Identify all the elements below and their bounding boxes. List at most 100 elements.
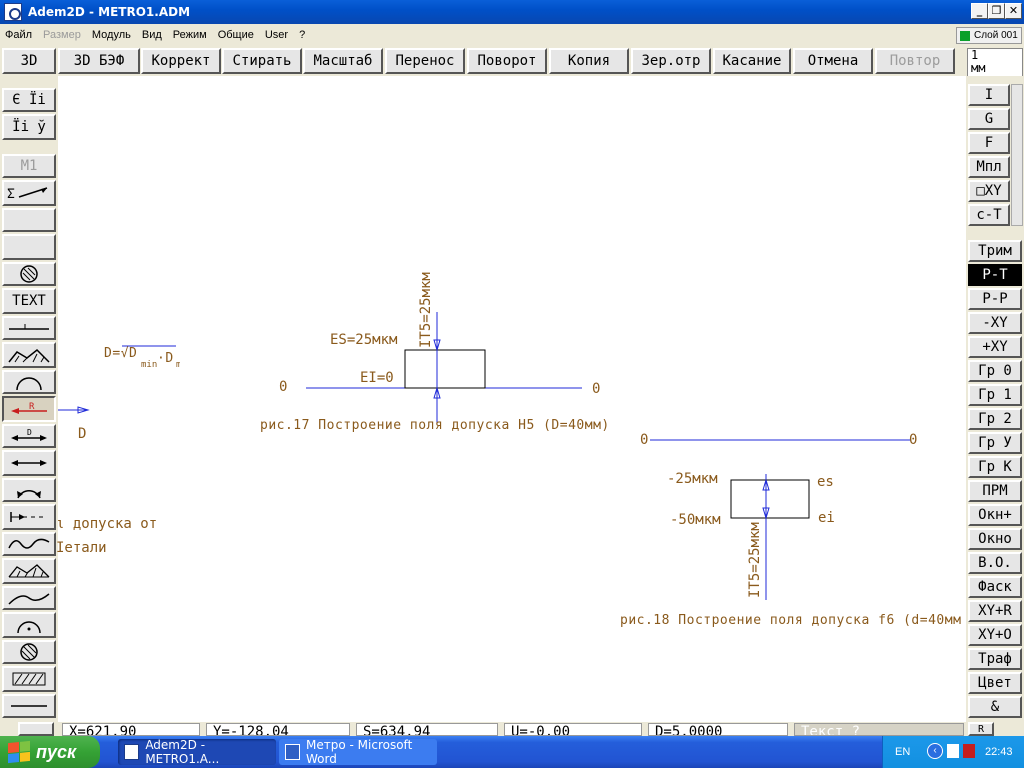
menu-mode[interactable]: Режим (168, 29, 213, 41)
circle-cross-icon[interactable] (2, 640, 56, 664)
tray-app-icon[interactable] (947, 744, 959, 758)
right-tool-vo[interactable]: В.О. (968, 552, 1022, 574)
circle-hatch-icon[interactable] (2, 262, 56, 286)
menu-user[interactable]: User (260, 29, 294, 41)
title-bar[interactable]: Adem2D - METRO1.ADM _ ❐ ✕ (0, 0, 1024, 24)
right-tool-xy-o[interactable]: XY+O (968, 624, 1022, 646)
fig17-es-label: ES=25мкм (330, 332, 398, 348)
tool-copy-button[interactable]: Копия (549, 48, 629, 74)
right-tool-p-t[interactable]: P-T (968, 264, 1022, 286)
chain-dimension-icon[interactable] (2, 504, 56, 530)
taskbar-item-adem[interactable]: Adem2D - METRO1.A... (118, 738, 276, 766)
right-tool-f[interactable]: F (968, 132, 1010, 154)
start-button[interactable]: пуск (0, 736, 100, 768)
tool-rotate-button[interactable]: Поворот (467, 48, 547, 74)
radius-dimension-icon[interactable]: R (2, 396, 56, 422)
rough-hatch-icon[interactable] (2, 558, 56, 584)
tool-correct-button[interactable]: Коррект (141, 48, 221, 74)
close-button[interactable]: ✕ (1005, 3, 1022, 19)
center-arc-icon[interactable] (2, 612, 56, 638)
curve-tool-icon[interactable] (2, 586, 56, 610)
horizontal-line-icon[interactable] (2, 694, 56, 718)
taskbar-item-word[interactable]: Метро - Microsoft Word (279, 738, 437, 766)
menu-module[interactable]: Модуль (87, 29, 137, 41)
right-tool-i[interactable]: I (968, 84, 1010, 106)
left-tool-m1[interactable]: M1 (2, 154, 56, 178)
tool-mirror-button[interactable]: Зер.отр (631, 48, 711, 74)
menu-size[interactable]: Размер (38, 29, 87, 41)
right-tool-window[interactable]: Окно (968, 528, 1022, 550)
surface-hatch-icon[interactable] (2, 342, 56, 368)
right-tool-c-t[interactable]: c-T (968, 204, 1010, 226)
menu-general[interactable]: Общие (213, 29, 260, 41)
left-tool-empty-1[interactable] (2, 208, 56, 232)
fig17-zero-left: 0 (279, 379, 288, 395)
right-tool-g[interactable]: G (968, 108, 1010, 130)
right-tool-p-p[interactable]: P-P (968, 288, 1022, 310)
dimension-arrow-icon[interactable]: Σ (2, 180, 56, 206)
right-tool-plus-xy[interactable]: +XY (968, 336, 1022, 358)
diameter-dimension-icon[interactable]: D (2, 424, 56, 448)
right-tool-mpl[interactable]: Мпл (968, 156, 1010, 178)
tool-3d-bef-button[interactable]: 3D БЭФ (58, 48, 140, 74)
linear-dimension-icon[interactable] (2, 450, 56, 476)
clock[interactable]: 22:43 (985, 746, 1013, 758)
right-palette-scrollbar[interactable] (1011, 84, 1023, 226)
tool-tangent-button[interactable]: Касание (713, 48, 791, 74)
minimize-button[interactable]: _ (971, 3, 988, 19)
left-text-line-1: ι допуска от (56, 516, 158, 532)
right-tool-gr-0[interactable]: Гр 0 (968, 360, 1022, 382)
layer-indicator[interactable]: Слой 001 (956, 27, 1022, 44)
tool-3d-button[interactable]: 3D (2, 48, 56, 74)
menu-view[interactable]: Вид (137, 29, 168, 41)
fig18-es-label: es (817, 474, 834, 490)
right-tool-gr-2[interactable]: Гр 2 (968, 408, 1022, 430)
drawing-canvas[interactable]: D ι допуска от Іетали D=√D min ·D max IT… (56, 80, 966, 722)
wave-line-icon[interactable] (2, 532, 56, 556)
right-tool-traf[interactable]: Траф (968, 648, 1022, 670)
status-s: S=634.94 (356, 723, 498, 736)
status-corner-button[interactable] (18, 722, 54, 736)
left-tool-empty-2[interactable] (2, 234, 56, 260)
antivirus-icon[interactable] (963, 744, 975, 758)
right-tool-gr-u[interactable]: Гр У (968, 432, 1022, 454)
status-r-button[interactable]: R (968, 722, 994, 736)
right-tool-chamfer[interactable]: Фаск (968, 576, 1022, 598)
right-tool-box-xy[interactable]: □XY (968, 180, 1010, 202)
fig17-tolerance-box (404, 349, 486, 389)
language-indicator[interactable]: EN (895, 746, 910, 758)
hatch-fill-icon[interactable] (2, 666, 56, 692)
right-tool-prm[interactable]: ПРМ (968, 480, 1022, 502)
left-tool-2[interactable]: Їі ў (2, 114, 56, 140)
right-tool-gr-1[interactable]: Гр 1 (968, 384, 1022, 406)
menu-help[interactable]: ? (294, 29, 311, 41)
line-tool-icon[interactable] (2, 316, 56, 340)
status-y: Y=-128.04 (206, 723, 350, 736)
tool-move-button[interactable]: Перенос (385, 48, 465, 74)
arc-tool-icon[interactable] (2, 370, 56, 394)
tool-undo-button[interactable]: Отмена (793, 48, 873, 74)
right-tool-color[interactable]: Цвет (968, 672, 1022, 694)
right-tool-ampersand[interactable]: & (968, 696, 1022, 718)
fig17-zero-right: 0 (592, 381, 601, 397)
right-tool-xy-r[interactable]: XY+R (968, 600, 1022, 622)
menu-file[interactable]: Файл (0, 29, 38, 41)
left-tool-1[interactable]: Є Їі (2, 88, 56, 112)
tray-expand-icon[interactable]: ‹ (927, 743, 943, 759)
right-tool-window-plus[interactable]: Окн+ (968, 504, 1022, 526)
right-tool-gr-k[interactable]: Гр К (968, 456, 1022, 478)
fig17-caption: рис.17 Построение поля допуска H5 (D=40м… (260, 418, 610, 433)
fig18-ei-label: ei (818, 510, 835, 526)
text-tool-button[interactable]: TEXT (2, 288, 56, 314)
angle-dimension-icon[interactable] (2, 478, 56, 502)
tool-scale-button[interactable]: Масштаб (303, 48, 383, 74)
right-tool-trim[interactable]: Трим (968, 240, 1022, 262)
tool-erase-button[interactable]: Стирать (222, 48, 302, 74)
status-bar: X=621.90 Y=-128.04 S=634.94 U=-0.00 D=5.… (0, 722, 1024, 736)
restore-button[interactable]: ❐ (988, 3, 1005, 19)
tool-redo-button[interactable]: Повтор (875, 48, 955, 74)
app-icon[interactable] (4, 3, 22, 21)
right-tool-minus-xy[interactable]: -XY (968, 312, 1022, 334)
status-d: D=5.0000 (648, 723, 788, 736)
formula-sub-max: max (176, 360, 180, 370)
